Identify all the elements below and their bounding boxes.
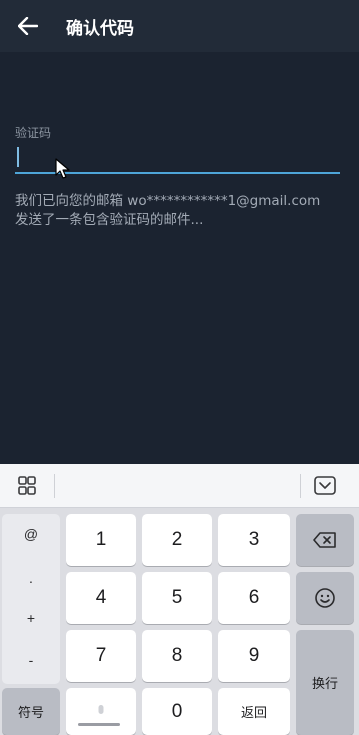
text-caret [17, 147, 19, 167]
keyboard-hide-icon [314, 476, 336, 495]
key-at[interactable]: @ [2, 526, 60, 542]
emoji-icon [315, 588, 335, 608]
soft-keyboard: @ . + - 1 2 3 4 5 6 7 8 9 换行 符号 0 返回 [0, 464, 359, 735]
arrow-left-icon [18, 17, 38, 35]
key-dot[interactable]: . [2, 570, 60, 586]
page-title: 确认代码 [66, 19, 134, 39]
keyboard-grid-button[interactable] [14, 475, 40, 497]
toolbar-divider [300, 474, 301, 498]
key-8[interactable]: 8 [142, 630, 212, 682]
symbol-column: @ . + - [2, 514, 60, 684]
back-button[interactable] [14, 12, 42, 40]
symbols-key[interactable]: 符号 [2, 688, 60, 735]
key-9[interactable]: 9 [218, 630, 290, 682]
microphone-icon [98, 704, 104, 714]
key-2[interactable]: 2 [142, 514, 212, 566]
hide-keyboard-button[interactable] [311, 475, 339, 497]
key-0[interactable]: 0 [142, 688, 212, 735]
key-7[interactable]: 7 [66, 630, 136, 682]
enter-key[interactable]: 换行 [296, 630, 354, 735]
backspace-key[interactable] [296, 514, 354, 566]
key-6[interactable]: 6 [218, 572, 290, 624]
app-header: 确认代码 [0, 0, 359, 52]
key-1[interactable]: 1 [66, 514, 136, 566]
key-minus[interactable]: - [2, 652, 60, 668]
microphone-key[interactable] [66, 688, 136, 735]
keyboard-toolbar [0, 464, 359, 508]
space-indicator [78, 723, 120, 726]
mouse-pointer-icon [55, 158, 71, 184]
backspace-icon [313, 532, 336, 548]
key-plus[interactable]: + [2, 610, 60, 626]
info-text: 我们已向您的邮箱 wo************1@gmail.com 发送了一条… [15, 192, 350, 230]
key-4[interactable]: 4 [66, 572, 136, 624]
grid-icon [18, 476, 36, 495]
return-key[interactable]: 返回 [218, 688, 290, 735]
key-3[interactable]: 3 [218, 514, 290, 566]
toolbar-divider [54, 474, 55, 498]
emoji-key[interactable] [296, 572, 354, 624]
info-line-1: 我们已向您的邮箱 wo************1@gmail.com [15, 193, 321, 209]
key-5[interactable]: 5 [142, 572, 212, 624]
info-line-2: 发送了一条包含验证码的邮件... [15, 212, 204, 228]
verification-code-label: 验证码 [15, 126, 52, 140]
